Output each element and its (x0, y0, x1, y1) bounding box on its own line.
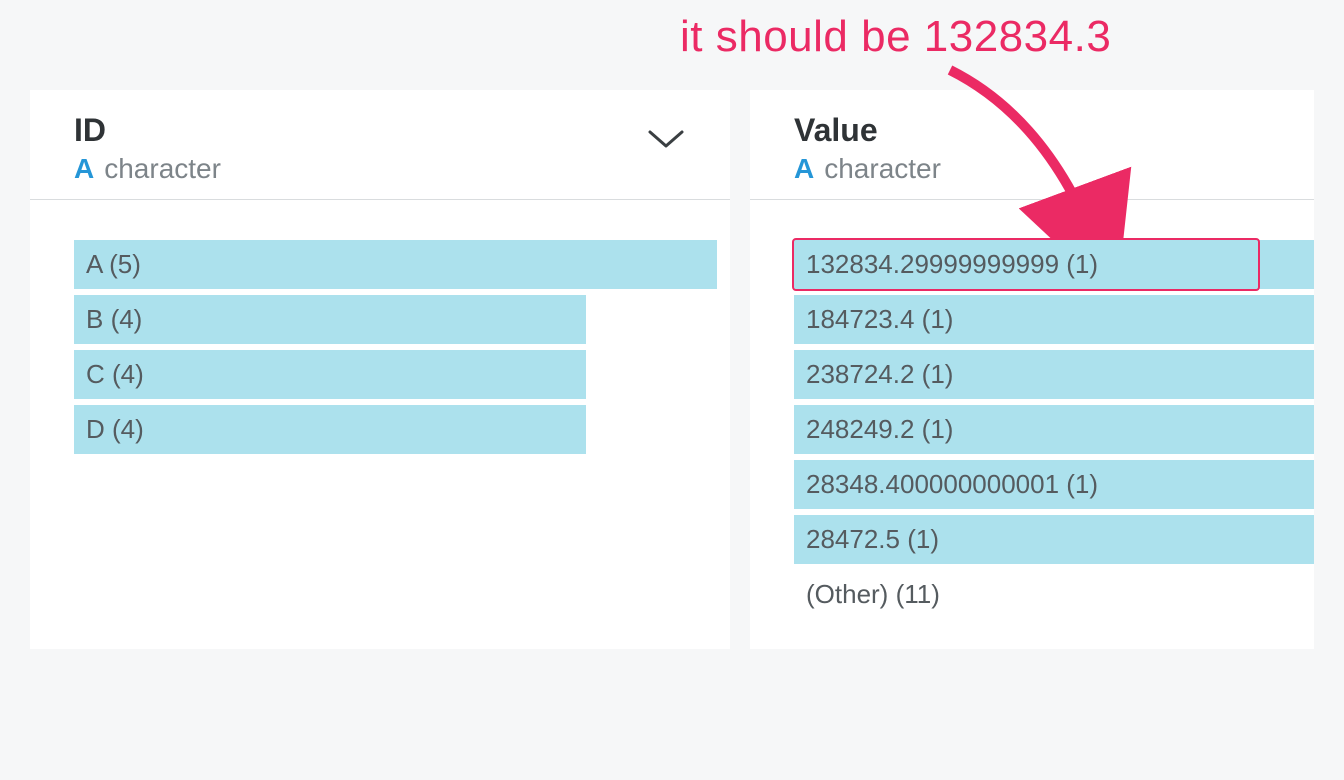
bar-label: D (4) (74, 414, 144, 445)
bar-label: 248249.2 (1) (794, 414, 953, 445)
bar-fill (74, 295, 586, 344)
bar-row[interactable]: 184723.4 (1) (794, 295, 1314, 344)
column-title: Value (794, 112, 941, 149)
annotation-text: it should be 132834.3 (680, 12, 1111, 62)
bar-row[interactable]: B (4) (74, 295, 730, 344)
bar-label: (Other) (11) (794, 579, 940, 610)
bar-row[interactable]: 248249.2 (1) (794, 405, 1314, 454)
bar-label: B (4) (74, 304, 142, 335)
bar-row[interactable]: 28472.5 (1) (794, 515, 1314, 564)
chevron-down-icon[interactable] (646, 128, 686, 152)
column-header-id[interactable]: ID A character (30, 90, 730, 200)
bar-label: 238724.2 (1) (794, 359, 953, 390)
bar-list-value: 132834.29999999999 (1) 184723.4 (1) 238724… (750, 200, 1314, 649)
bar-row[interactable]: C (4) (74, 350, 730, 399)
bar-label: C (4) (74, 359, 144, 390)
bar-fill (74, 240, 717, 289)
column-panel-id: ID A character A (5) B (4) C (4) D (4) (30, 90, 730, 649)
type-badge-icon: A (74, 153, 94, 185)
column-type: A character (794, 153, 941, 185)
type-label: character (104, 153, 221, 185)
bar-row[interactable]: 132834.29999999999 (1) (794, 240, 1314, 289)
column-panel-value: Value A character 132834.29999999999 (1)… (750, 90, 1314, 649)
column-title: ID (74, 112, 221, 149)
bar-row[interactable]: 28348.400000000001 (1) (794, 460, 1314, 509)
bar-fill (74, 350, 586, 399)
bar-fill (74, 405, 586, 454)
bar-row[interactable]: D (4) (74, 405, 730, 454)
type-badge-icon: A (794, 153, 814, 185)
bar-label: A (5) (74, 249, 141, 280)
bar-label: 28472.5 (1) (794, 524, 939, 555)
bar-label: 28348.400000000001 (1) (794, 469, 1098, 500)
bar-row[interactable]: 238724.2 (1) (794, 350, 1314, 399)
bar-label: 132834.29999999999 (1) (794, 249, 1098, 280)
column-header-value[interactable]: Value A character (750, 90, 1314, 200)
bar-row[interactable]: A (5) (74, 240, 730, 289)
column-type: A character (74, 153, 221, 185)
bar-list-id: A (5) B (4) C (4) D (4) (30, 200, 730, 484)
bar-label: 184723.4 (1) (794, 304, 953, 335)
bar-row[interactable]: (Other) (11) (794, 570, 1314, 619)
type-label: character (824, 153, 941, 185)
